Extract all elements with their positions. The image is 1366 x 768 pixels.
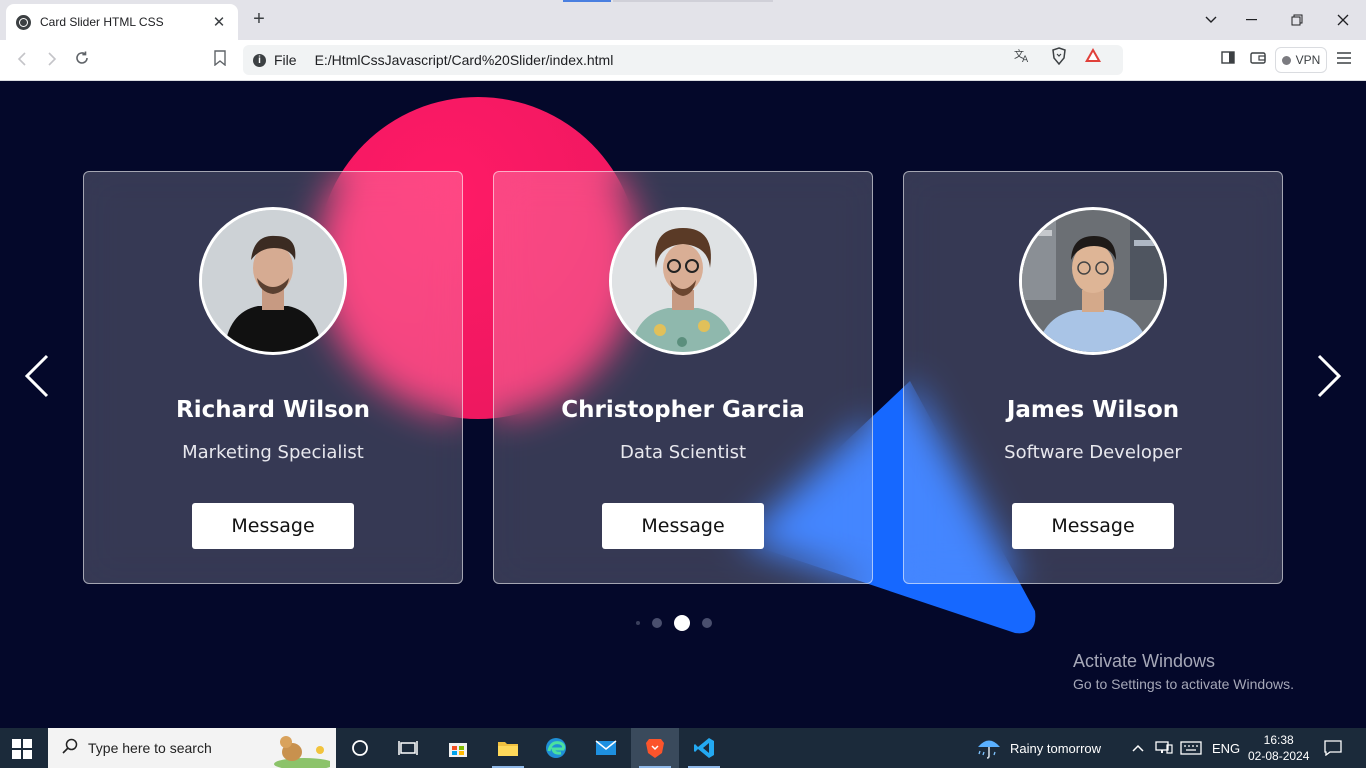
notifications-icon[interactable] — [1324, 728, 1342, 768]
show-hidden-icons[interactable] — [1132, 728, 1144, 768]
new-tab-button[interactable]: + — [248, 8, 270, 30]
watermark-title: Activate Windows — [1073, 651, 1216, 671]
message-button[interactable]: Message — [1012, 503, 1174, 549]
clock-date: 02-08-2024 — [1248, 749, 1310, 763]
forward-button[interactable] — [40, 48, 64, 72]
windows-taskbar: Type here to search Rainy tomorrow ENG 1… — [0, 728, 1366, 768]
url-text[interactable]: E:/HtmlCssJavascript/Card%20Slider/index… — [315, 52, 1113, 68]
weather-text: Rainy tomorrow — [1010, 740, 1102, 756]
close-window-button[interactable] — [1320, 0, 1366, 40]
avatar — [609, 207, 757, 355]
browser-toolbar: i File E:/HtmlCssJavascript/Card%20Slide… — [0, 40, 1366, 99]
loading-indicator — [563, 0, 611, 2]
file-explorer-icon[interactable] — [484, 728, 532, 768]
pagination-dot[interactable] — [702, 618, 712, 628]
umbrella-rain-icon — [978, 740, 1000, 759]
message-button[interactable]: Message — [602, 503, 764, 549]
task-view-icon[interactable] — [384, 728, 432, 768]
minimize-button[interactable] — [1228, 0, 1274, 40]
weather-widget[interactable]: Rainy tomorrow — [976, 728, 1101, 768]
brave-browser-icon[interactable] — [631, 728, 679, 768]
avatar — [199, 207, 347, 355]
search-highlight-illustration — [274, 736, 330, 768]
next-arrow-icon[interactable] — [1314, 353, 1344, 399]
back-button[interactable] — [10, 48, 34, 72]
brave-shield-icon[interactable] — [1050, 47, 1068, 66]
profile-card: Christopher Garcia Data Scientist Messag… — [493, 171, 873, 584]
prev-arrow-icon[interactable] — [22, 353, 52, 399]
page-viewport: Richard Wilson Marketing Specialist Mess… — [0, 81, 1366, 728]
profile-card: James Wilson Software Developer Message — [903, 171, 1283, 584]
card-role: Marketing Specialist — [182, 442, 364, 463]
tab-strip: Card Slider HTML CSS ✕ + — [0, 0, 1366, 40]
tab-title: Card Slider HTML CSS — [40, 15, 164, 29]
watermark-subtitle: Go to Settings to activate Windows. — [1073, 676, 1294, 692]
card-name: James Wilson — [1006, 397, 1180, 423]
info-icon[interactable]: i — [253, 53, 266, 67]
taskbar-search[interactable]: Type here to search — [48, 728, 336, 768]
edge-icon[interactable] — [532, 728, 580, 768]
vscode-icon[interactable] — [680, 728, 728, 768]
pagination-dot[interactable] — [652, 618, 662, 628]
profile-card: Richard Wilson Marketing Specialist Mess… — [83, 171, 463, 584]
vpn-button[interactable]: VPN — [1275, 47, 1327, 73]
vpn-label: VPN — [1295, 53, 1321, 67]
network-icon[interactable] — [1155, 728, 1173, 768]
search-icon — [62, 738, 78, 759]
vpn-status-icon — [1281, 55, 1291, 65]
pagination-dot[interactable] — [636, 621, 640, 625]
card-name: Richard Wilson — [176, 397, 370, 423]
message-button[interactable]: Message — [192, 503, 354, 549]
pagination-dots — [630, 615, 718, 631]
pagination-dot-active[interactable] — [674, 615, 690, 631]
tab-close-icon[interactable]: ✕ — [210, 13, 228, 31]
bookmark-icon[interactable] — [208, 48, 232, 72]
address-bar[interactable]: i File E:/HtmlCssJavascript/Card%20Slide… — [243, 45, 1123, 75]
site-info-label: File — [274, 52, 297, 68]
svg-text:A: A — [1022, 55, 1029, 63]
wallet-icon[interactable] — [1248, 50, 1268, 70]
cortana-icon[interactable] — [336, 728, 384, 768]
card-role: Software Developer — [1004, 442, 1182, 463]
language-indicator[interactable]: ENG — [1212, 728, 1240, 768]
activate-windows-watermark: Activate Windows Go to Settings to activ… — [1073, 651, 1294, 692]
keyboard-icon[interactable] — [1180, 728, 1202, 768]
card-role: Data Scientist — [620, 442, 746, 463]
reload-button[interactable] — [70, 48, 94, 72]
windows-start-icon[interactable] — [12, 739, 32, 759]
microsoft-store-icon[interactable] — [434, 728, 482, 768]
clock[interactable]: 16:38 02-08-2024 — [1248, 728, 1309, 768]
avatar — [1019, 207, 1167, 355]
menu-icon[interactable] — [1334, 50, 1354, 70]
translate-icon[interactable]: 文A — [1013, 47, 1031, 65]
globe-icon — [16, 14, 31, 30]
loading-track — [613, 0, 773, 2]
brave-rewards-icon[interactable] — [1084, 47, 1102, 65]
browser-tab[interactable]: Card Slider HTML CSS ✕ — [6, 4, 238, 40]
card-name: Christopher Garcia — [561, 397, 805, 423]
search-placeholder: Type here to search — [88, 740, 212, 756]
clock-time: 16:38 — [1263, 733, 1294, 747]
mail-icon[interactable] — [582, 728, 630, 768]
restore-button[interactable] — [1274, 0, 1320, 40]
sidebar-icon[interactable] — [1218, 50, 1238, 70]
